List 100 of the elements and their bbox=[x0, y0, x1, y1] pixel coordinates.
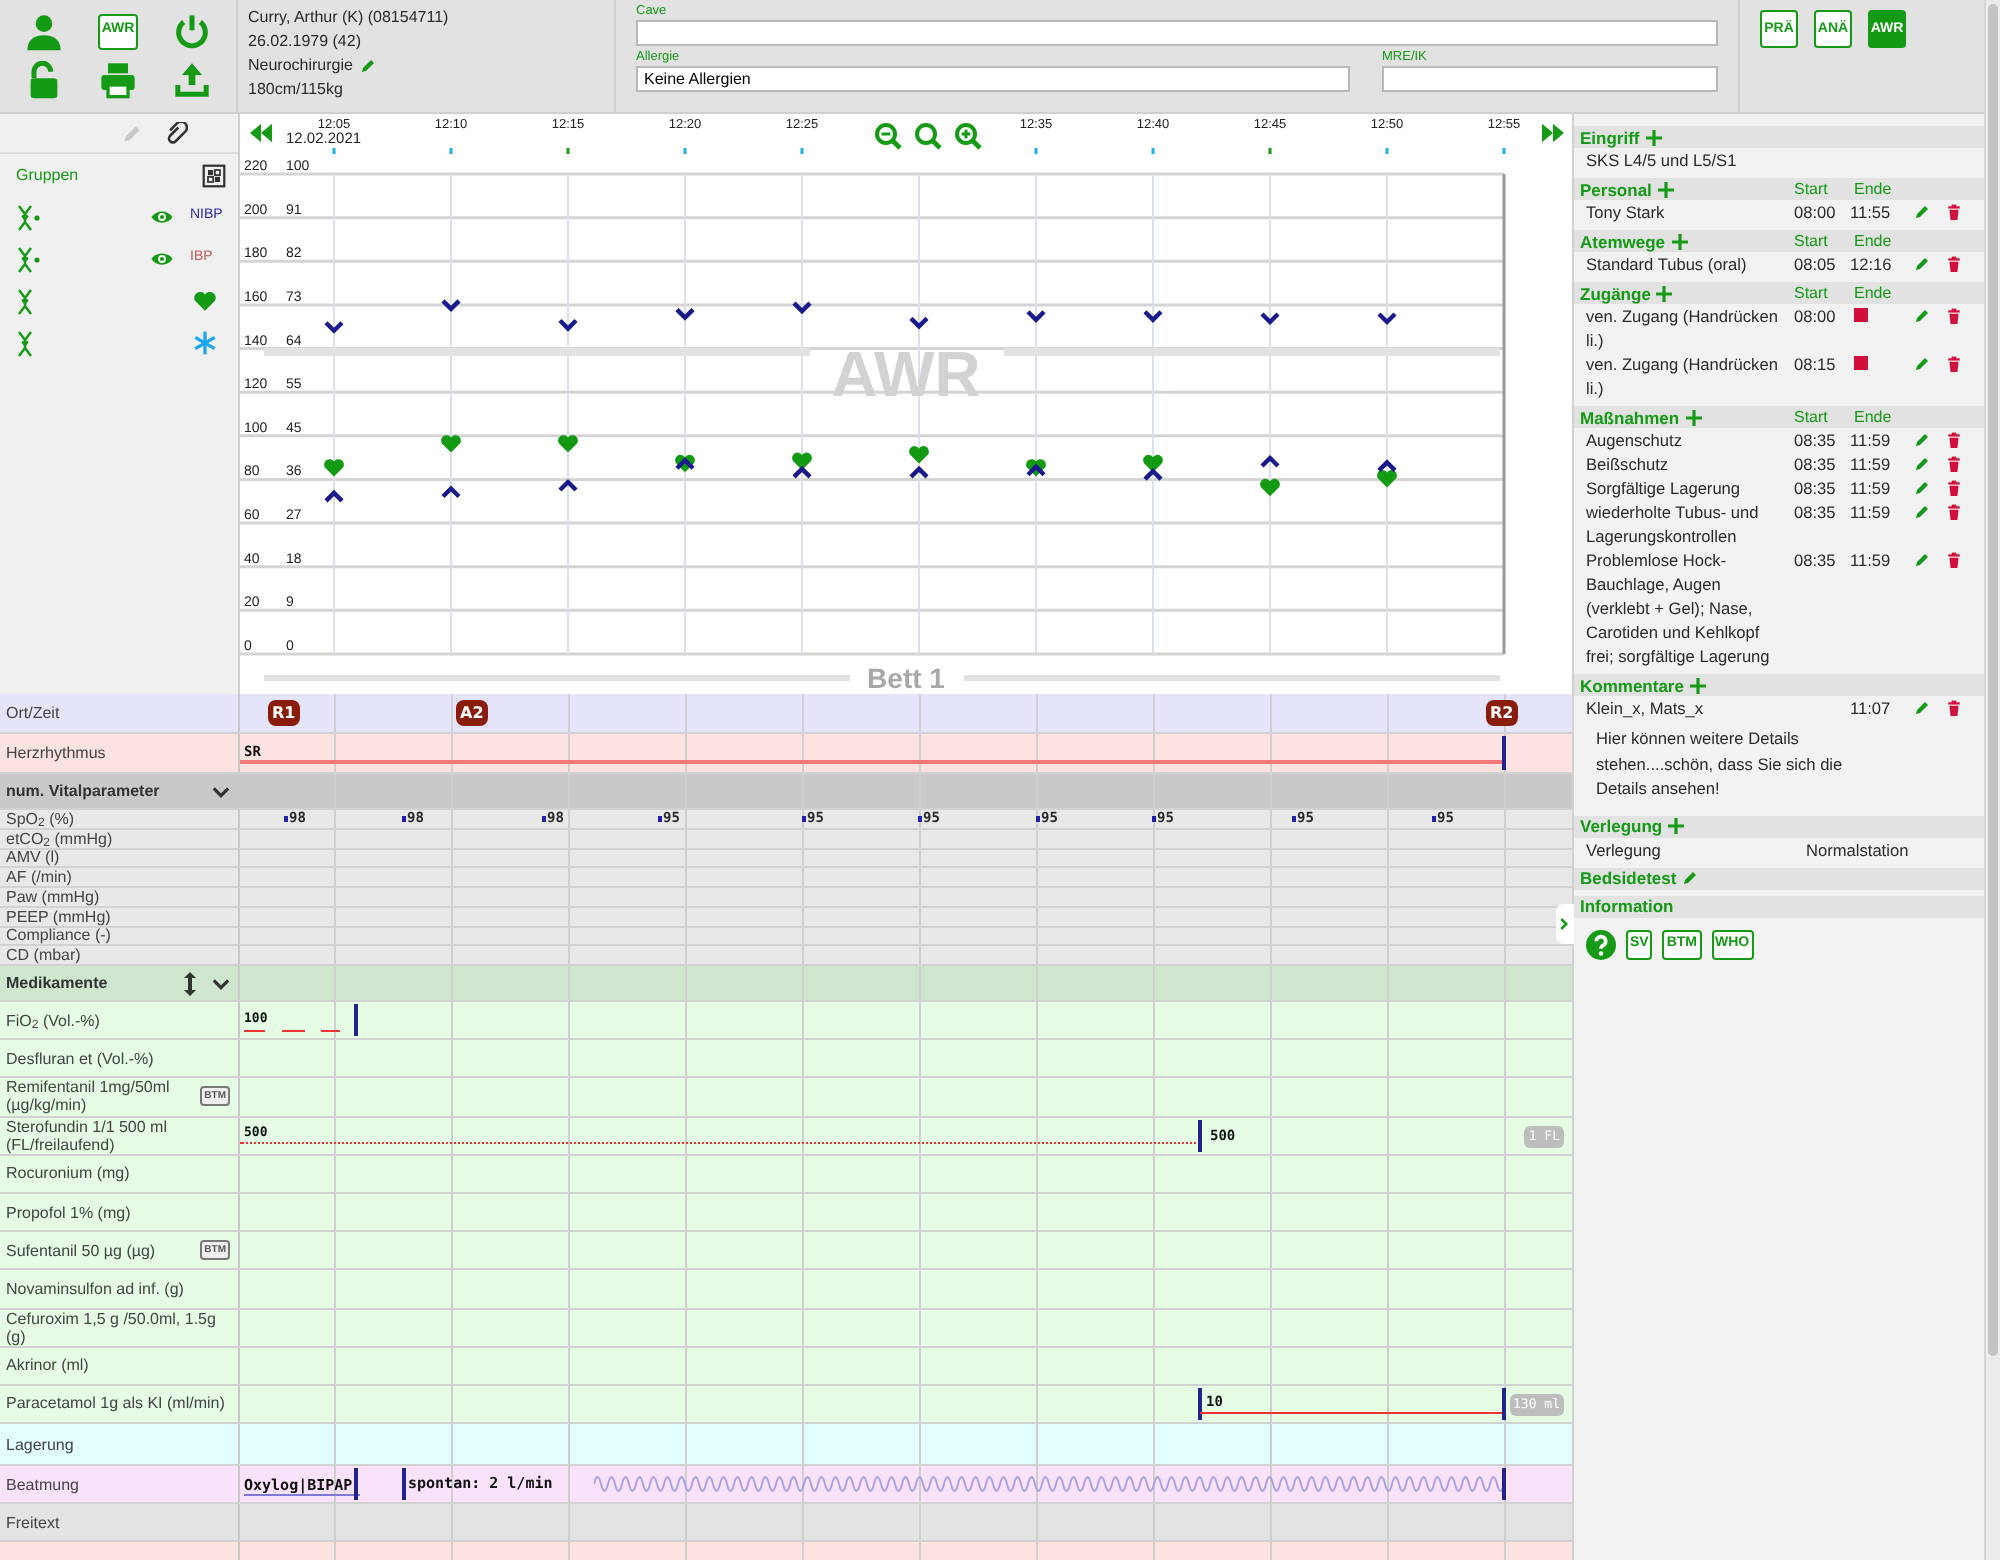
axis-tick bbox=[449, 148, 453, 154]
expand-tab[interactable] bbox=[1556, 904, 1574, 944]
heart-icon[interactable] bbox=[192, 288, 218, 314]
row-label: SpO$_{2}$ (%) bbox=[6, 810, 75, 828]
end-time: 12:16 bbox=[1850, 254, 1892, 274]
edit-icon[interactable] bbox=[1914, 480, 1930, 496]
edit-icon[interactable] bbox=[1914, 700, 1930, 716]
section-title: Eingriff bbox=[1580, 127, 1640, 147]
plus-icon[interactable] bbox=[1685, 409, 1702, 425]
search-button[interactable] bbox=[914, 122, 942, 150]
department: Neurochirurgie bbox=[248, 54, 353, 78]
plus-icon[interactable] bbox=[1645, 129, 1662, 145]
eye-icon[interactable] bbox=[150, 250, 174, 268]
column-header: Ende bbox=[1854, 179, 1892, 199]
asterisk-icon[interactable] bbox=[192, 330, 218, 356]
edit-icon[interactable] bbox=[1914, 356, 1930, 372]
end-time: 11:07 bbox=[1850, 698, 1891, 718]
person-icon bbox=[24, 12, 65, 52]
text-field[interactable]: Keine Allergien bbox=[636, 66, 1350, 92]
trash-icon[interactable] bbox=[1946, 256, 1962, 272]
plus-icon[interactable] bbox=[1689, 677, 1706, 693]
scrollbar[interactable] bbox=[1984, 0, 2000, 1560]
print-button[interactable] bbox=[97, 60, 138, 100]
item-name: Klein_x, Mats_x bbox=[1586, 696, 1706, 720]
edit-icon[interactable] bbox=[1914, 308, 1930, 324]
row-label: PEEP (mmHg) bbox=[6, 907, 111, 926]
comment-text: Hier können weitere Details stehen....schön, dass Sie sich die Details ansehen! bbox=[1594, 726, 1845, 802]
heart-marker bbox=[909, 446, 929, 464]
trash-icon[interactable] bbox=[1946, 552, 1962, 568]
eye-icon[interactable] bbox=[150, 208, 174, 226]
edit-icon[interactable] bbox=[360, 58, 377, 74]
axis-tick bbox=[1034, 148, 1038, 154]
plus-icon[interactable] bbox=[1668, 818, 1685, 834]
edit-icon[interactable] bbox=[1914, 432, 1930, 448]
patient-button[interactable] bbox=[24, 12, 65, 52]
printer-icon bbox=[97, 60, 138, 100]
figure-icon bbox=[16, 203, 42, 231]
down-chevron-marker bbox=[675, 308, 695, 321]
double-arrow-left-icon bbox=[248, 122, 274, 144]
upload-button[interactable] bbox=[171, 60, 212, 100]
resize-icon[interactable] bbox=[184, 971, 196, 995]
plus-icon[interactable] bbox=[1671, 233, 1688, 249]
down-chevron-marker bbox=[909, 316, 929, 330]
row-label: AF (/min) bbox=[6, 868, 72, 887]
text-field[interactable] bbox=[1382, 66, 1718, 92]
scroll-forward-button[interactable] bbox=[1540, 122, 1566, 144]
trash-icon[interactable] bbox=[1946, 456, 1962, 472]
power-button[interactable] bbox=[171, 12, 212, 52]
plus-icon[interactable] bbox=[1657, 181, 1674, 197]
edit-icon[interactable] bbox=[1914, 256, 1930, 272]
chevron-down-icon[interactable] bbox=[212, 783, 230, 799]
section-title: Atemwege bbox=[1580, 231, 1666, 251]
row-label: Akrinor (ml) bbox=[6, 1356, 89, 1375]
item-name: Tony Stark bbox=[1586, 200, 1667, 224]
section-title: Personal bbox=[1580, 179, 1652, 199]
end-time: 11:59 bbox=[1850, 478, 1891, 498]
trash-icon[interactable] bbox=[1946, 432, 1962, 448]
down-chevron-marker bbox=[441, 299, 461, 313]
trash-icon[interactable] bbox=[1946, 356, 1962, 372]
trash-icon[interactable] bbox=[1946, 700, 1962, 716]
axis-tick bbox=[1385, 148, 1389, 154]
item-name: Beißschutz bbox=[1586, 452, 1671, 476]
scroll-back-button[interactable] bbox=[248, 122, 274, 144]
attachment-button[interactable] bbox=[166, 122, 188, 144]
edit-icon[interactable] bbox=[1914, 552, 1930, 568]
section-title: Information bbox=[1580, 896, 1674, 916]
edit-icon[interactable] bbox=[1914, 456, 1930, 472]
end-time: 11:59 bbox=[1850, 550, 1891, 570]
grid-icon[interactable] bbox=[202, 163, 226, 187]
edit-icon[interactable] bbox=[1914, 204, 1930, 220]
row-label: Paw (mmHg) bbox=[6, 888, 100, 906]
item-name: Augenschutz bbox=[1586, 428, 1684, 452]
end-time: 11:59 bbox=[1850, 430, 1891, 450]
help-icon[interactable] bbox=[1586, 929, 1616, 959]
patient-name: Curry, Arthur (K) (08154711) bbox=[248, 6, 451, 30]
edit-icon[interactable] bbox=[1682, 870, 1699, 886]
start-time: 08:35 bbox=[1794, 550, 1836, 570]
trash-icon[interactable] bbox=[1946, 204, 1962, 220]
zoom-out-button[interactable] bbox=[874, 122, 902, 150]
trash-icon[interactable] bbox=[1946, 308, 1962, 324]
text-field[interactable] bbox=[636, 20, 1718, 46]
chevron-down-icon[interactable] bbox=[212, 975, 230, 991]
row-label: Freitext bbox=[6, 1513, 60, 1532]
zoom-in-button[interactable] bbox=[954, 122, 982, 150]
row-label: Rocuronium (mg) bbox=[6, 1164, 130, 1183]
heart-marker bbox=[792, 452, 812, 470]
row-label: etCO$_{2}$ (mmHg) bbox=[6, 829, 113, 848]
pen-icon bbox=[122, 123, 142, 143]
bed-label: Bett 1 bbox=[867, 662, 945, 694]
trash-icon[interactable] bbox=[1946, 480, 1962, 496]
row-label: Ort/Zeit bbox=[6, 704, 60, 722]
location-marker: R1 bbox=[268, 700, 300, 726]
item-name: Verlegung bbox=[1586, 837, 1663, 861]
item-name: ven. Zugang (Handrücken li.) bbox=[1586, 304, 1780, 352]
start-time: 08:35 bbox=[1794, 478, 1836, 498]
heart-marker bbox=[441, 435, 461, 453]
plus-icon[interactable] bbox=[1656, 285, 1673, 301]
edit-icon[interactable] bbox=[1914, 504, 1930, 520]
trash-icon[interactable] bbox=[1946, 504, 1962, 520]
start-time: 08:35 bbox=[1794, 502, 1836, 522]
